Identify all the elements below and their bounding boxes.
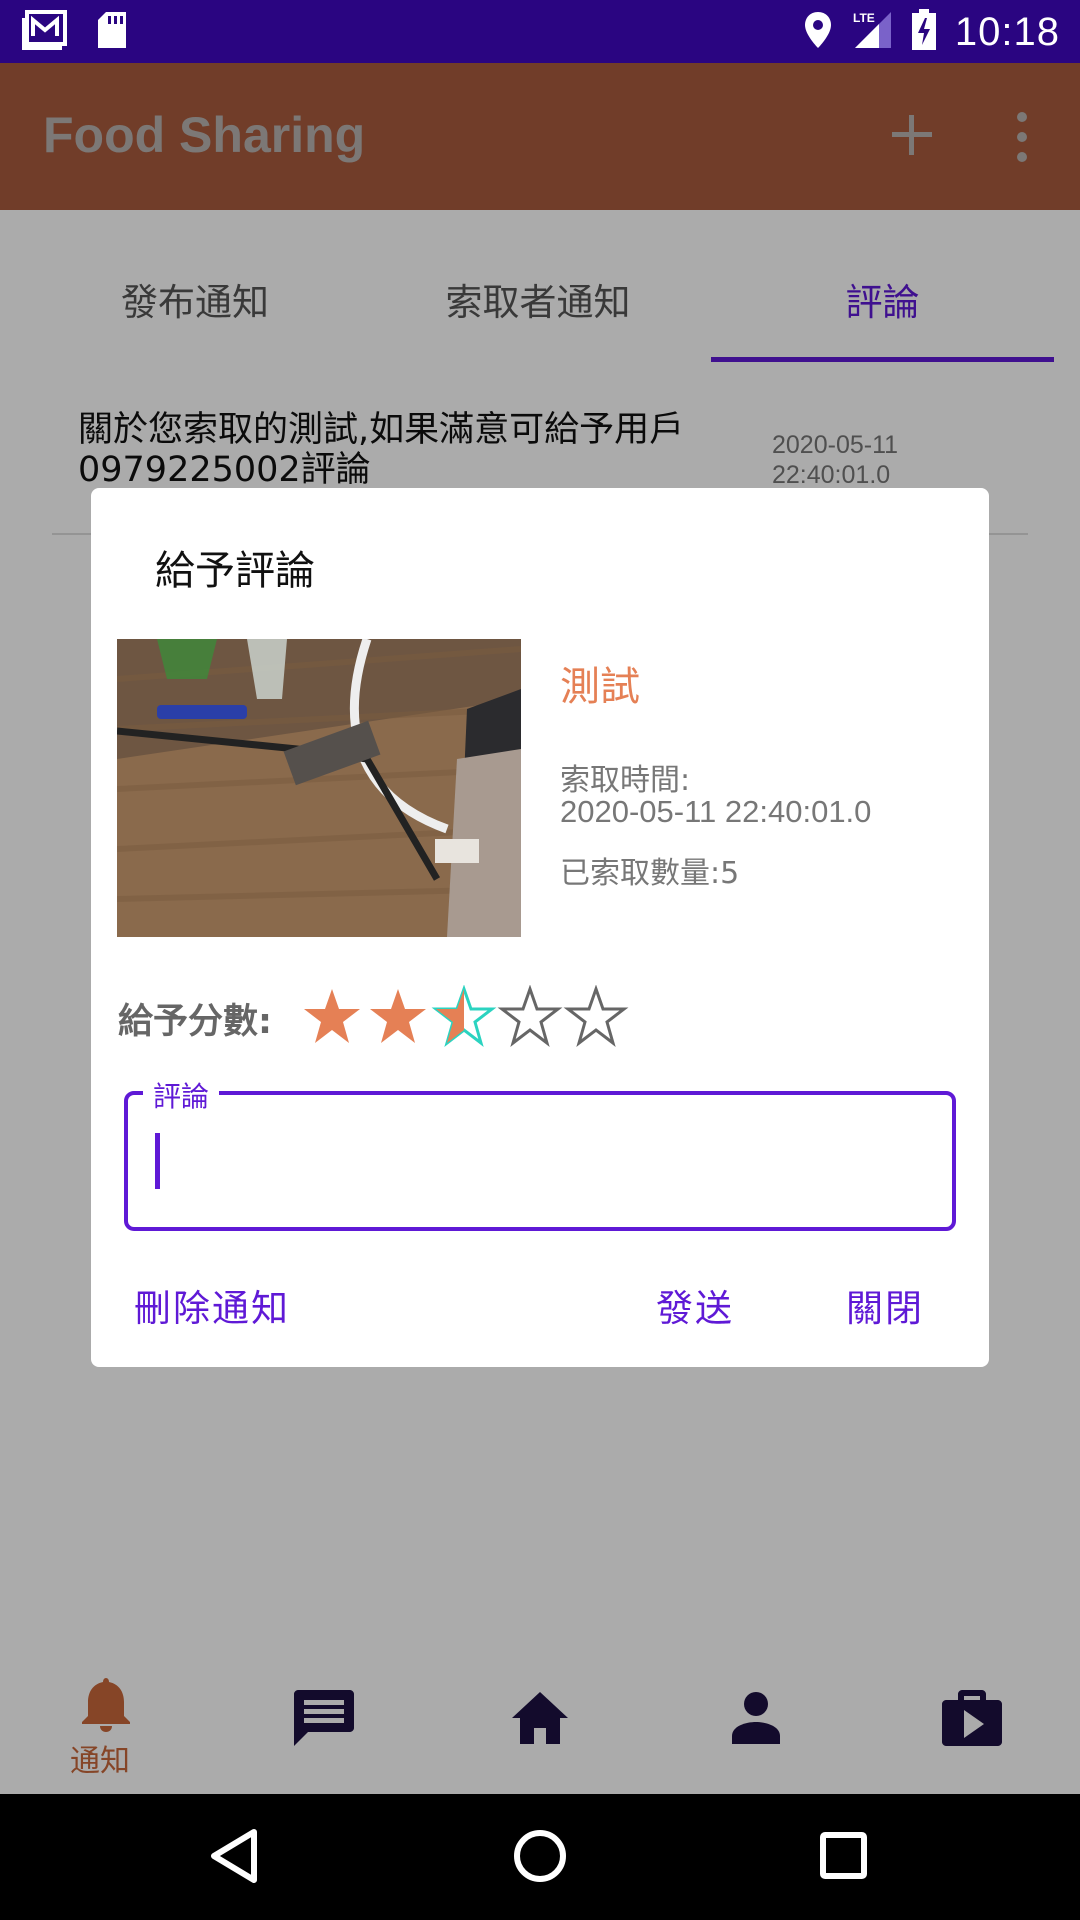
star-outline-icon (563, 984, 629, 1047)
request-time-value: 2020-05-11 22:40:01.0 (560, 794, 872, 829)
status-bar: LTE 10:18 (0, 0, 1080, 63)
star-icon (370, 989, 426, 1043)
close-button[interactable]: 關閉 (846, 1278, 924, 1332)
comment-input[interactable] (141, 1116, 931, 1206)
request-time-label: 索取時間: (560, 763, 691, 798)
star-icon (304, 989, 360, 1043)
gmail-icon (21, 10, 68, 54)
item-name: 測試 (560, 664, 640, 710)
back-button[interactable] (200, 1814, 280, 1900)
system-navigation-bar (0, 1794, 1080, 1920)
svg-text:LTE: LTE (853, 11, 875, 25)
lte-signal-icon: LTE (851, 8, 893, 56)
send-button[interactable]: 發送 (656, 1278, 734, 1332)
battery-charging-icon (911, 9, 937, 55)
star-rating[interactable] (301, 984, 631, 1047)
comment-field-label: 評論 (143, 1075, 220, 1115)
star-half-icon (431, 984, 497, 1047)
star-outline-icon (497, 984, 563, 1047)
delete-notification-button[interactable]: 刪除通知 (134, 1278, 290, 1332)
dialog-title: 給予評論 (155, 548, 315, 594)
sd-card-icon (96, 10, 128, 54)
request-quantity: 已索取數量:5 (560, 856, 740, 891)
score-label: 給予分數: (118, 1002, 272, 1042)
location-icon (803, 10, 833, 54)
clock: 10:18 (954, 9, 1060, 54)
review-dialog: 給予評論 測試 索取時間: 2020-05-11 22:40:01.0 已索取數… (91, 488, 989, 1367)
home-button[interactable] (500, 1814, 580, 1900)
text-cursor (155, 1133, 160, 1189)
recents-button[interactable] (800, 1814, 880, 1900)
item-photo (117, 639, 521, 937)
